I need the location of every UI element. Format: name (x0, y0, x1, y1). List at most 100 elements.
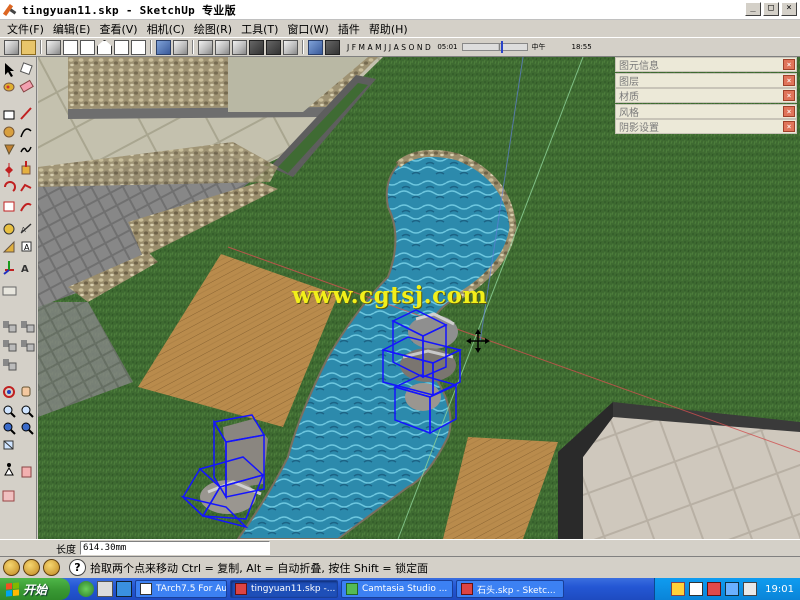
select-icon[interactable] (5, 63, 14, 77)
tray-panel-shadow-settings[interactable]: 阴影设置 × (615, 119, 797, 134)
eraser-icon[interactable] (19, 79, 34, 93)
make-component-icon[interactable] (19, 62, 33, 76)
dimension-icon[interactable]: A (20, 223, 32, 234)
shaded-icon[interactable] (215, 39, 230, 55)
time-slider[interactable]: 05:01 中午 18:55 (437, 41, 592, 53)
shadows-toggle-icon[interactable] (308, 39, 323, 55)
top-view-icon[interactable] (63, 39, 78, 55)
zoom-extents-icon[interactable] (21, 422, 34, 435)
app-icon (461, 583, 473, 595)
tray-panel-materials[interactable]: 材质 × (615, 88, 797, 103)
time-slider-track[interactable] (461, 41, 528, 53)
3d-text-icon[interactable]: A (21, 264, 29, 275)
show-desktop-icon[interactable] (97, 581, 113, 597)
browser-icon[interactable] (116, 581, 132, 597)
geo-location-icon[interactable] (3, 559, 20, 576)
menu-edit[interactable]: 编辑(E) (50, 21, 97, 37)
text-icon[interactable]: A (21, 241, 32, 252)
move-icon[interactable] (5, 163, 13, 177)
push-pull-icon[interactable] (21, 161, 31, 175)
menu-tools[interactable]: 工具(T) (238, 21, 284, 37)
help-icon[interactable]: ? (69, 559, 86, 576)
front-view-icon[interactable] (80, 39, 95, 55)
walk-icon[interactable] (4, 463, 14, 476)
quick-launch-icon[interactable] (78, 581, 94, 597)
network-icon[interactable] (725, 582, 740, 596)
previous-view-icon[interactable] (3, 422, 16, 435)
start-button[interactable]: 开始 (0, 578, 70, 600)
rotate-icon[interactable] (4, 181, 16, 192)
close-icon[interactable]: × (783, 105, 795, 117)
taskbar-item-stone[interactable]: 石头.skp - Sketc... (456, 580, 564, 598)
section-plane-icon[interactable] (3, 321, 17, 333)
restore-button[interactable]: □ (763, 2, 779, 16)
position-camera-icon[interactable] (3, 440, 14, 450)
close-button[interactable]: × (781, 2, 797, 16)
help-icon[interactable] (689, 582, 704, 596)
sandbox-icon[interactable] (2, 490, 15, 502)
close-icon[interactable]: × (783, 59, 795, 70)
close-icon[interactable]: × (783, 74, 795, 86)
right-view-icon[interactable] (97, 39, 112, 55)
taskbar-item-tarch[interactable]: TArch7.5 For Au... (135, 580, 227, 598)
minimize-button[interactable]: _ (745, 2, 761, 16)
look-around-icon[interactable] (21, 466, 32, 478)
zoom-window-icon[interactable] (21, 405, 34, 418)
line-icon[interactable] (20, 107, 32, 120)
tray-panel-styles[interactable]: 风格 × (615, 103, 797, 119)
menu-file[interactable]: 文件(F) (4, 21, 50, 37)
follow-me-icon[interactable] (20, 183, 32, 192)
orbit-icon[interactable] (3, 386, 15, 398)
iso-icon[interactable] (46, 39, 61, 55)
tray-panel-entity-info[interactable]: 图元信息 × (615, 57, 797, 72)
menu-plugins[interactable]: 插件 (335, 21, 366, 37)
wireframe-icon[interactable] (173, 39, 188, 55)
offset-icon[interactable] (20, 202, 32, 212)
circle-icon[interactable] (3, 126, 15, 138)
iso-view-icon[interactable] (4, 39, 19, 55)
section-display-icon[interactable] (21, 321, 35, 333)
tray-app-icon[interactable] (671, 582, 686, 596)
pan-icon[interactable] (21, 386, 31, 397)
freehand-icon[interactable] (20, 146, 32, 153)
section-fill-icon[interactable] (21, 340, 35, 352)
taskbar-item-sketchup[interactable]: tingyuan11.skp -... (230, 580, 338, 598)
close-icon[interactable]: × (783, 90, 795, 101)
close-icon[interactable]: × (783, 121, 795, 132)
month-scale[interactable]: J F M A M J J A S O N D (347, 43, 431, 52)
tray-panel-layers[interactable]: 图层 × (615, 72, 797, 88)
rectangle-icon[interactable] (3, 110, 15, 120)
menu-window[interactable]: 窗口(W) (284, 21, 334, 37)
section-icon[interactable] (283, 39, 298, 55)
protractor-icon[interactable] (2, 240, 15, 253)
menu-draw[interactable]: 绘图(R) (191, 21, 238, 37)
tray-app-icon[interactable] (707, 582, 722, 596)
arc-icon[interactable] (20, 128, 32, 138)
measurements-input[interactable]: 614.30mm (80, 541, 270, 555)
zoom-icon[interactable] (3, 405, 16, 418)
fog-icon[interactable] (325, 39, 340, 55)
orbit-group-icon[interactable] (2, 286, 17, 296)
paint-bucket-icon[interactable] (3, 82, 15, 92)
axes-icon[interactable] (3, 261, 14, 275)
user-icon[interactable] (43, 559, 60, 576)
component-icon[interactable] (266, 39, 281, 55)
volume-icon[interactable] (743, 582, 758, 596)
left-view-icon[interactable] (131, 39, 146, 55)
back-view-icon[interactable] (114, 39, 129, 55)
polygon-icon[interactable] (4, 144, 15, 156)
xray-icon[interactable] (156, 39, 171, 55)
menu-view[interactable]: 查看(V) (96, 21, 143, 37)
menu-help[interactable]: 帮助(H) (366, 21, 414, 37)
credits-icon[interactable] (23, 559, 40, 576)
monochrome-icon[interactable] (249, 39, 264, 55)
menu-camera[interactable]: 相机(C) (144, 21, 191, 37)
hidden-line-icon[interactable] (198, 39, 213, 55)
scale-icon[interactable] (3, 201, 15, 212)
shaded-textures-icon[interactable] (232, 39, 247, 55)
open-icon[interactable] (21, 39, 36, 55)
taskbar-item-camtasia[interactable]: Camtasia Studio ... (341, 580, 453, 598)
tape-measure-icon[interactable] (3, 223, 15, 235)
layers-icon[interactable] (3, 359, 17, 371)
section-cut-icon[interactable] (3, 340, 17, 352)
